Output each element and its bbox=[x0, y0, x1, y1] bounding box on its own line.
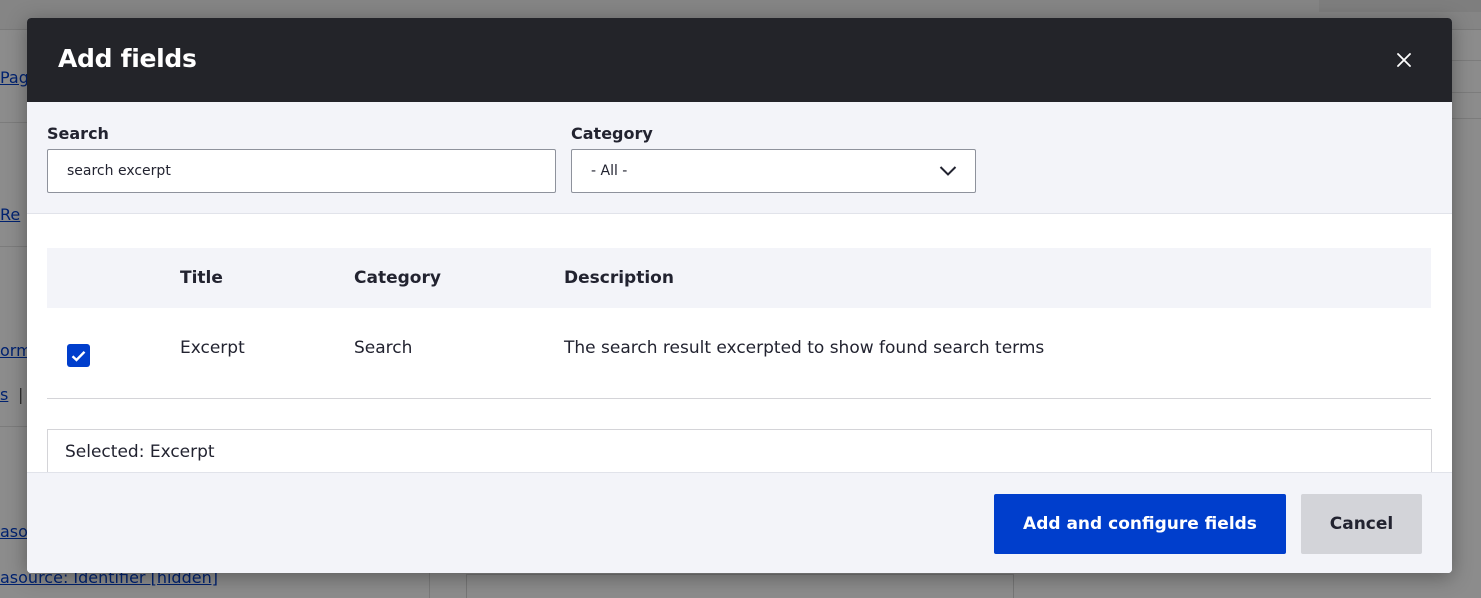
cancel-button[interactable]: Cancel bbox=[1301, 494, 1422, 554]
table-row[interactable]: Excerpt Search The search result excerpt… bbox=[47, 308, 1431, 399]
row-description: The search result excerpted to show foun… bbox=[564, 338, 1045, 358]
category-label: Category bbox=[571, 124, 653, 143]
close-button[interactable] bbox=[1392, 48, 1416, 72]
close-icon bbox=[1397, 53, 1411, 67]
dialog-header: Add fields bbox=[27, 18, 1452, 102]
column-header-category: Category bbox=[354, 268, 441, 288]
search-label: Search bbox=[47, 124, 109, 143]
table-header: Title Category Description bbox=[47, 248, 1431, 308]
category-select-value: - All - bbox=[591, 163, 628, 179]
row-checkbox[interactable] bbox=[67, 344, 90, 367]
add-and-configure-fields-button[interactable]: Add and configure fields bbox=[994, 494, 1286, 554]
column-header-title: Title bbox=[180, 268, 223, 288]
column-header-description: Description bbox=[564, 268, 674, 288]
checkmark-icon bbox=[71, 350, 86, 362]
selected-summary: Selected: Excerpt bbox=[47, 429, 1432, 473]
dialog-title: Add fields bbox=[58, 44, 197, 73]
filter-bar: Search Category - All - bbox=[27, 102, 1452, 214]
chevron-down-icon bbox=[939, 166, 957, 176]
row-category: Search bbox=[354, 338, 413, 358]
add-fields-dialog: Add fields Search Category - All - Title… bbox=[27, 18, 1452, 573]
search-input[interactable] bbox=[47, 149, 556, 193]
field-list-area: Title Category Description Excerpt Searc… bbox=[27, 214, 1452, 473]
category-select[interactable]: - All - bbox=[571, 149, 976, 193]
dialog-footer: Add and configure fields Cancel bbox=[27, 472, 1452, 573]
selected-summary-text: Selected: Excerpt bbox=[65, 442, 215, 462]
row-title: Excerpt bbox=[180, 338, 245, 358]
